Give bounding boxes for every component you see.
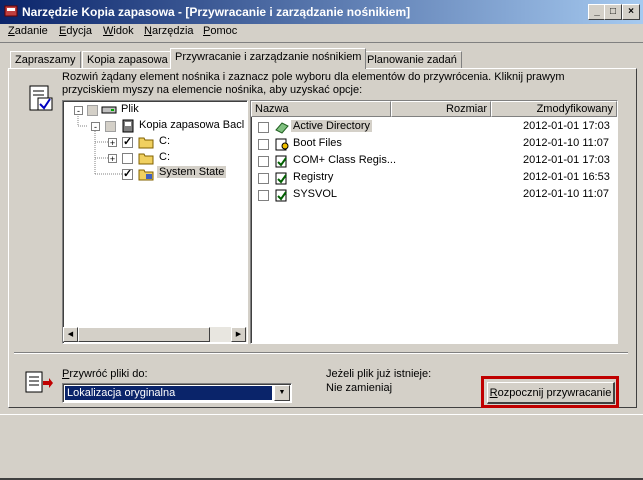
menu-pomoc[interactable]: Pomoc: [203, 25, 237, 40]
checkbox-row[interactable]: [258, 139, 269, 150]
restore-location-value: Lokalizacja oryginalna: [65, 386, 272, 400]
section-divider: [14, 352, 628, 354]
tab-planowanie[interactable]: Planowanie zadań: [362, 51, 462, 69]
checkbox-row[interactable]: [258, 156, 269, 167]
folder-icon: [138, 135, 154, 149]
menu-zadanie[interactable]: Zadanie: [8, 25, 48, 40]
tree-expand-c2[interactable]: +: [108, 154, 117, 164]
menu-separator: [0, 42, 643, 43]
if-exists-value: Nie zamieniaj: [326, 382, 393, 394]
registry-icon: [274, 171, 288, 185]
list-item-name[interactable]: SYSVOL: [293, 188, 337, 200]
list-item-name[interactable]: Active Directory: [291, 120, 373, 132]
scroll-right-button[interactable]: ▶: [231, 327, 246, 342]
checkbox-c1[interactable]: [122, 135, 133, 148]
close-button[interactable]: ×: [622, 4, 640, 20]
window-title: Narzędzie Kopia zapasowa - [Przywracanie…: [22, 5, 411, 19]
checkbox-c2[interactable]: [122, 153, 133, 164]
column-header-size[interactable]: Rozmiar: [391, 101, 491, 117]
list-item-modified: 2012-01-01 16:53: [523, 171, 610, 183]
list-item-modified: 2012-01-10 11:07: [523, 188, 610, 200]
tree-label-system-state[interactable]: System State: [157, 166, 227, 178]
list-item-modified: 2012-01-01 17:03: [523, 154, 610, 166]
system-state-icon: [138, 167, 154, 181]
media-tree[interactable]: - Plik - Kopia zapasowa Bacl + C: + C: S…: [62, 100, 248, 344]
file-list[interactable]: Nazwa Rozmiar Zmodyfikowany Active Direc…: [250, 100, 618, 344]
list-item-name[interactable]: COM+ Class Regis...: [293, 154, 396, 166]
menu-narzedzia[interactable]: Narzędzia: [144, 25, 194, 40]
tree-lines: [77, 110, 123, 175]
instructions-text: Rozwiń żądany element nośnika i zaznacz …: [62, 71, 565, 96]
restore-wizard-icon: [26, 84, 56, 114]
tree-collapse-plik[interactable]: -: [74, 106, 83, 116]
column-header-modified[interactable]: Zmodyfikowany: [491, 101, 617, 117]
tree-expand-c1[interactable]: +: [108, 138, 117, 148]
maximize-button[interactable]: □: [604, 4, 622, 20]
list-item-modified: 2012-01-10 11:07: [523, 137, 610, 149]
tree-label-c1[interactable]: C:: [159, 135, 170, 147]
checkbox-row[interactable]: [258, 173, 269, 184]
restore-location-select[interactable]: Lokalizacja oryginalna ▼: [62, 383, 292, 403]
start-restore-button[interactable]: Rozpocznij przywracanie: [487, 382, 615, 404]
sysvol-icon: [274, 188, 288, 202]
chevron-down-icon[interactable]: ▼: [274, 385, 290, 401]
list-item-name[interactable]: Registry: [293, 171, 333, 183]
restore-to-label: Przywróć pliki do:: [62, 368, 148, 380]
tree-scroll-thumb[interactable]: [78, 327, 210, 342]
boot-files-icon: [274, 137, 289, 151]
tree-label-plik[interactable]: Plik: [121, 103, 139, 115]
restore-to-icon: [24, 370, 54, 396]
checkbox-row[interactable]: [258, 190, 269, 201]
tree-label-backup[interactable]: Kopia zapasowa Bacl: [139, 119, 244, 131]
tab-kopia-zapasowa[interactable]: Kopia zapasowa: [82, 51, 173, 69]
list-item-name[interactable]: Boot Files: [293, 137, 342, 149]
list-item-modified: 2012-01-01 17:03: [523, 120, 610, 132]
backup-set-icon: [121, 119, 135, 133]
scroll-left-button[interactable]: ◀: [63, 327, 78, 342]
checkbox-backup[interactable]: [105, 121, 116, 132]
menu-widok[interactable]: Widok: [103, 25, 134, 40]
folder-icon: [138, 151, 154, 165]
directory-icon: [274, 120, 289, 134]
title-bar: Narzędzie Kopia zapasowa - [Przywracanie…: [0, 0, 643, 24]
tab-zapraszamy[interactable]: Zapraszamy: [10, 51, 81, 69]
tree-collapse-backup[interactable]: -: [91, 122, 100, 132]
status-divider: [0, 414, 643, 415]
com-class-icon: [274, 154, 288, 168]
file-media-icon: [101, 104, 117, 116]
app-icon: [4, 4, 18, 18]
checkbox-system-state[interactable]: [122, 167, 133, 180]
column-header-name[interactable]: Nazwa: [251, 101, 391, 117]
checkbox-row[interactable]: [258, 122, 269, 133]
if-exists-label: Jeżeli plik już istnieje:: [326, 368, 432, 380]
checkbox-plik[interactable]: [87, 105, 98, 116]
tree-label-c2[interactable]: C:: [159, 151, 170, 163]
menu-edycja[interactable]: Edycja: [59, 25, 92, 40]
tab-przywracanie[interactable]: Przywracanie i zarządzanie nośnikiem: [170, 48, 367, 69]
